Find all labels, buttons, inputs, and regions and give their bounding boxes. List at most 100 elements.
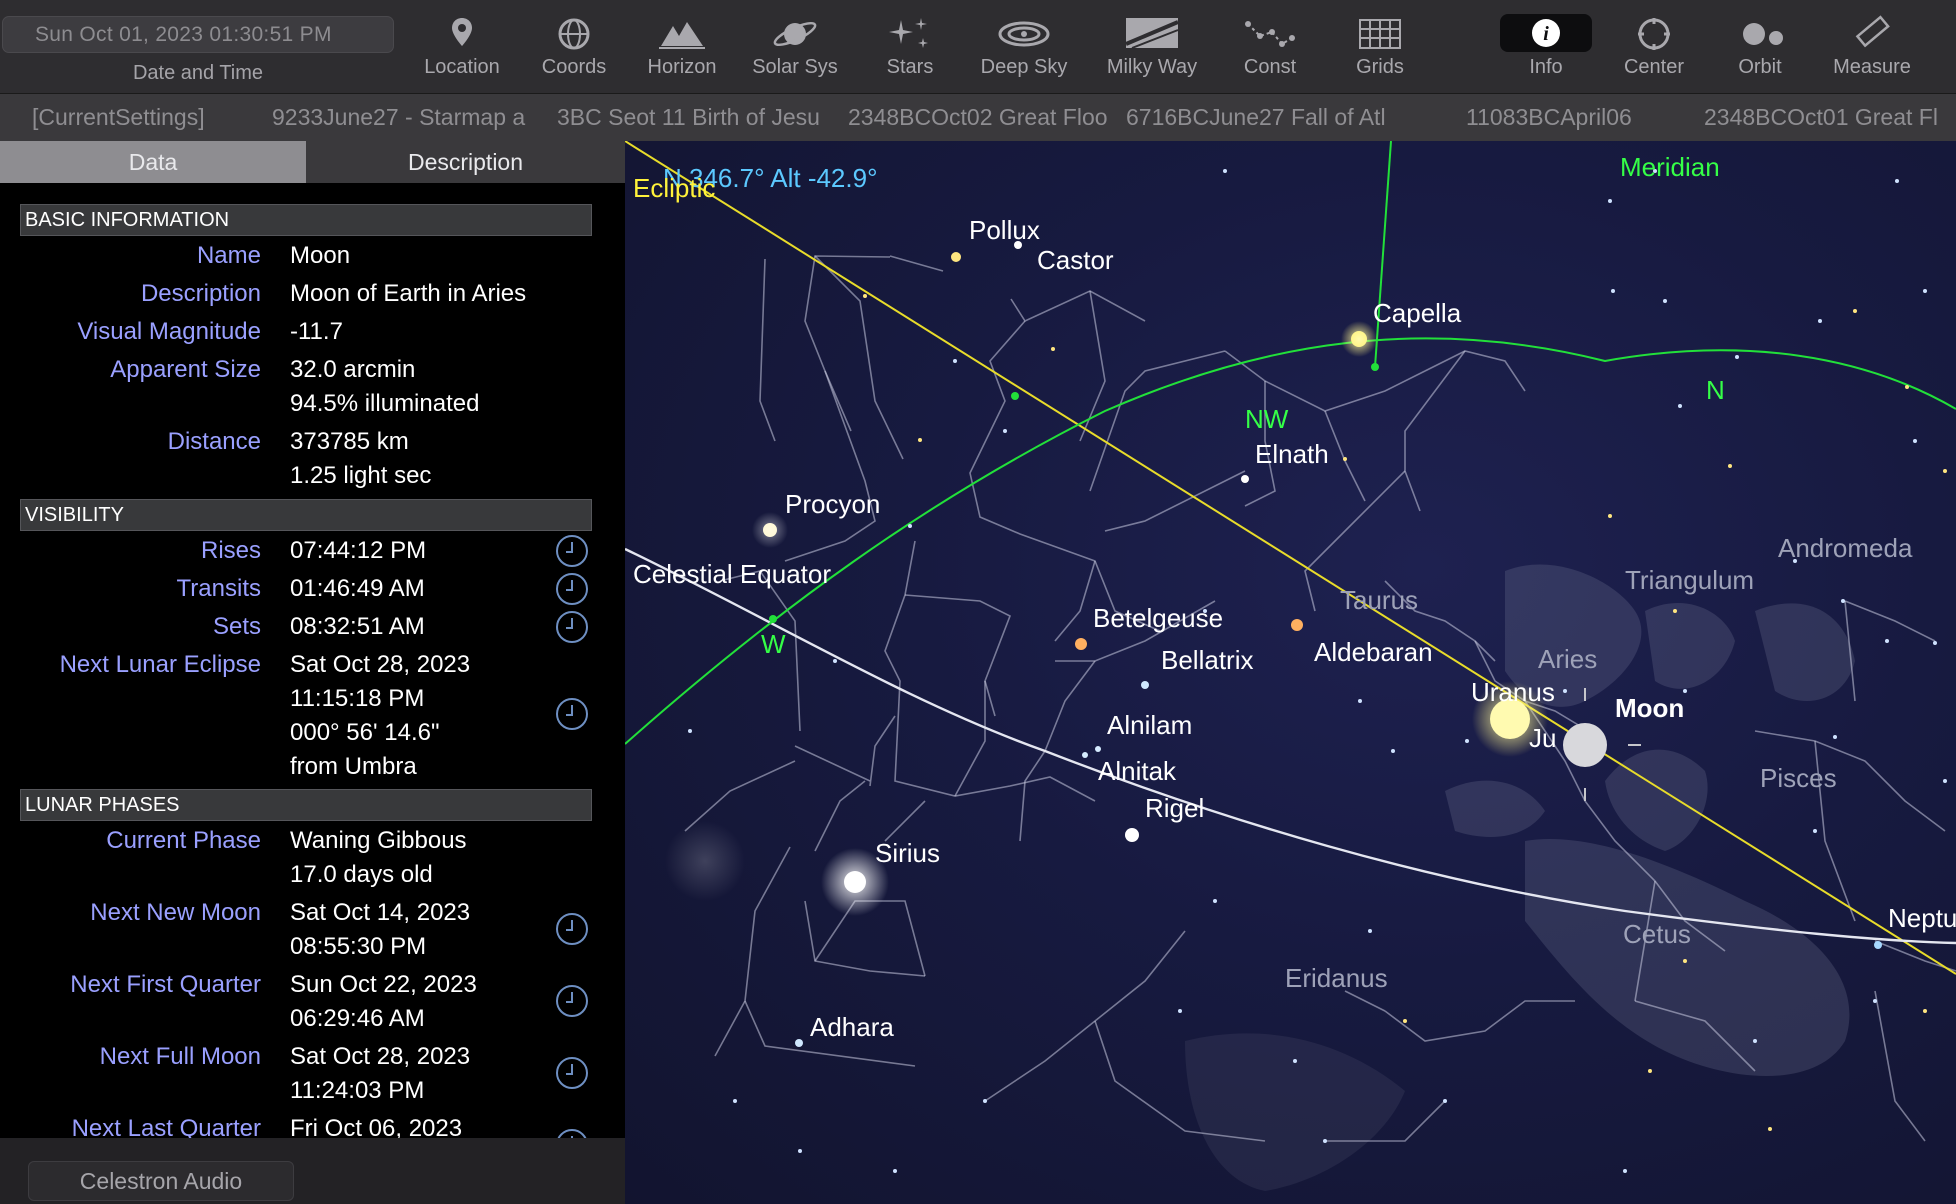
next-new-moon-label: Next New Moon bbox=[90, 899, 261, 926]
center-label: Center bbox=[1623, 56, 1685, 78]
direction-w: W bbox=[761, 629, 786, 659]
visual-magnitude-value: -11.7 bbox=[290, 318, 343, 345]
const-label: Const bbox=[1243, 56, 1297, 78]
measure-label: Measure bbox=[1833, 56, 1911, 78]
illumination-value: 94.5% illuminated bbox=[290, 390, 480, 417]
settings-item[interactable]: 2348BCOct01 Great Fl bbox=[1704, 94, 1938, 141]
pollux-label: Pollux bbox=[969, 215, 1040, 245]
constellation-artwork bbox=[1185, 564, 1855, 1191]
adhara-star bbox=[795, 1039, 803, 1047]
pollux-star bbox=[951, 252, 961, 262]
grids-label: Grids bbox=[1356, 56, 1404, 78]
sirius-label: Sirius bbox=[875, 838, 941, 868]
milky-way-label: Milky Way bbox=[1106, 56, 1198, 78]
new-moon-date-value: Sat Oct 14, 2023 bbox=[290, 899, 471, 926]
location-button[interactable]: Location bbox=[412, 10, 512, 90]
settings-item[interactable]: 6716BCJune27 Fall of Atl bbox=[1126, 94, 1386, 141]
grids-button[interactable]: Grids bbox=[1330, 10, 1430, 90]
tab-data[interactable]: Data bbox=[0, 141, 306, 183]
visual-magnitude-label: Visual Magnitude bbox=[77, 318, 261, 345]
procyon-label: Procyon bbox=[785, 489, 881, 519]
settings-item[interactable]: 11083BCApril06 bbox=[1466, 94, 1632, 141]
constellation-icon bbox=[1245, 21, 1295, 47]
triangulum-label: Triangulum bbox=[1625, 565, 1755, 595]
neptune-label: Neptu bbox=[1888, 903, 1956, 933]
distance-light-value: 1.25 light sec bbox=[290, 462, 432, 489]
aldebaran-label: Aldebaran bbox=[1314, 637, 1433, 667]
andromeda-label: Andromeda bbox=[1778, 533, 1913, 563]
transits-clock-icon[interactable] bbox=[556, 573, 588, 605]
coords-button[interactable]: Coords bbox=[524, 10, 624, 90]
horizon-label: Horizon bbox=[647, 56, 717, 78]
eclipse-angle-value: 000° 56' 14.6" bbox=[290, 719, 440, 746]
uranus-label: Uranus bbox=[1471, 677, 1555, 707]
first-quarter-time-value: 06:29:46 AM bbox=[290, 1005, 425, 1032]
horizon-button[interactable]: Horizon bbox=[632, 10, 732, 90]
description-value: Moon of Earth in Aries bbox=[290, 280, 527, 307]
milky-way-icon bbox=[1125, 18, 1179, 49]
taurus-label: Taurus bbox=[1340, 585, 1419, 615]
settings-bar: [CurrentSettings] 9233June27 - Starmap a… bbox=[0, 94, 1956, 141]
section-visibility: VISIBILITY bbox=[20, 499, 592, 531]
settings-item[interactable]: 3BC Seot 11 Birth of Jesu bbox=[557, 94, 820, 141]
settings-item[interactable]: 2348BCOct02 Great Floo bbox=[848, 94, 1108, 141]
settings-item-current[interactable]: [CurrentSettings] bbox=[32, 94, 205, 141]
eclipse-clock-icon[interactable] bbox=[556, 698, 588, 730]
transits-value: 01:46:49 AM bbox=[290, 575, 425, 602]
celestron-audio-button[interactable]: Celestron Audio bbox=[28, 1161, 294, 1201]
moon-body[interactable] bbox=[1563, 723, 1607, 767]
section-basic-information: BASIC INFORMATION bbox=[20, 204, 592, 236]
sets-clock-icon[interactable] bbox=[556, 611, 588, 643]
info-label: Info bbox=[1529, 56, 1563, 78]
new-moon-clock-icon[interactable] bbox=[556, 913, 588, 945]
rises-clock-icon[interactable] bbox=[556, 535, 588, 567]
stars-sparkle-icon bbox=[889, 18, 928, 48]
elnath-star bbox=[1241, 475, 1249, 483]
milky-way-button[interactable]: Milky Way bbox=[1096, 10, 1208, 90]
horizon-mountains-icon bbox=[659, 22, 705, 49]
full-moon-date-value: Sat Oct 28, 2023 bbox=[290, 1043, 471, 1070]
alnitak-star bbox=[1082, 752, 1088, 758]
description-label: Description bbox=[140, 280, 261, 307]
info-button[interactable]: i Info bbox=[1500, 10, 1592, 90]
aldebaran-star bbox=[1291, 619, 1303, 631]
horizon-line bbox=[625, 337, 1956, 745]
ecliptic-line bbox=[625, 141, 1956, 975]
rises-value: 07:44:12 PM bbox=[290, 537, 427, 564]
datetime-field[interactable]: Sun Oct 01, 2023 01:30:51 PM bbox=[2, 16, 394, 53]
coords-globe-icon bbox=[558, 18, 590, 50]
betelgeuse-star bbox=[1075, 638, 1087, 650]
alnilam-label: Alnilam bbox=[1107, 710, 1193, 740]
first-quarter-clock-icon[interactable] bbox=[556, 985, 588, 1017]
sidebar-footer: Celestron Audio bbox=[0, 1138, 625, 1204]
orbit-button[interactable]: Orbit bbox=[1712, 10, 1808, 90]
next-first-quarter-label: Next First Quarter bbox=[70, 971, 261, 998]
betelgeuse-label: Betelgeuse bbox=[1093, 603, 1224, 633]
full-moon-clock-icon[interactable] bbox=[556, 1057, 588, 1089]
tab-description[interactable]: Description bbox=[306, 141, 625, 183]
sky-canvas bbox=[625, 141, 1956, 1191]
center-button[interactable]: Center bbox=[1608, 10, 1700, 90]
section-lunar-phases: LUNAR PHASES bbox=[20, 789, 592, 821]
sky-map[interactable]: N 346.7° Alt -42.9° Ecliptic Meridian Ce… bbox=[625, 141, 1956, 1204]
jupiter-label: Ju bbox=[1529, 723, 1557, 753]
pisces-label: Pisces bbox=[1760, 763, 1837, 793]
measure-button[interactable]: Measure bbox=[1822, 10, 1922, 90]
new-moon-time-value: 08:55:30 PM bbox=[290, 933, 427, 960]
current-phase-value: Waning Gibbous bbox=[290, 827, 467, 854]
deep-sky-button[interactable]: Deep Sky bbox=[970, 10, 1078, 90]
transits-label: Transits bbox=[176, 575, 261, 602]
alnilam-star bbox=[1095, 746, 1101, 752]
alnitak-label: Alnitak bbox=[1098, 756, 1177, 786]
const-button[interactable]: Const bbox=[1222, 10, 1318, 90]
name-label: Name bbox=[196, 242, 261, 269]
sets-label: Sets bbox=[212, 613, 261, 640]
bellatrix-label: Bellatrix bbox=[1161, 645, 1254, 675]
moon-label: Moon bbox=[1615, 693, 1685, 723]
sirius-star bbox=[844, 871, 866, 893]
stars-button[interactable]: Stars bbox=[862, 10, 958, 90]
info-icon: i bbox=[1532, 19, 1560, 47]
solar-sys-button[interactable]: Solar Sys bbox=[740, 10, 850, 90]
settings-item[interactable]: 9233June27 - Starmap a bbox=[272, 94, 525, 141]
west-point-marker bbox=[769, 615, 777, 623]
